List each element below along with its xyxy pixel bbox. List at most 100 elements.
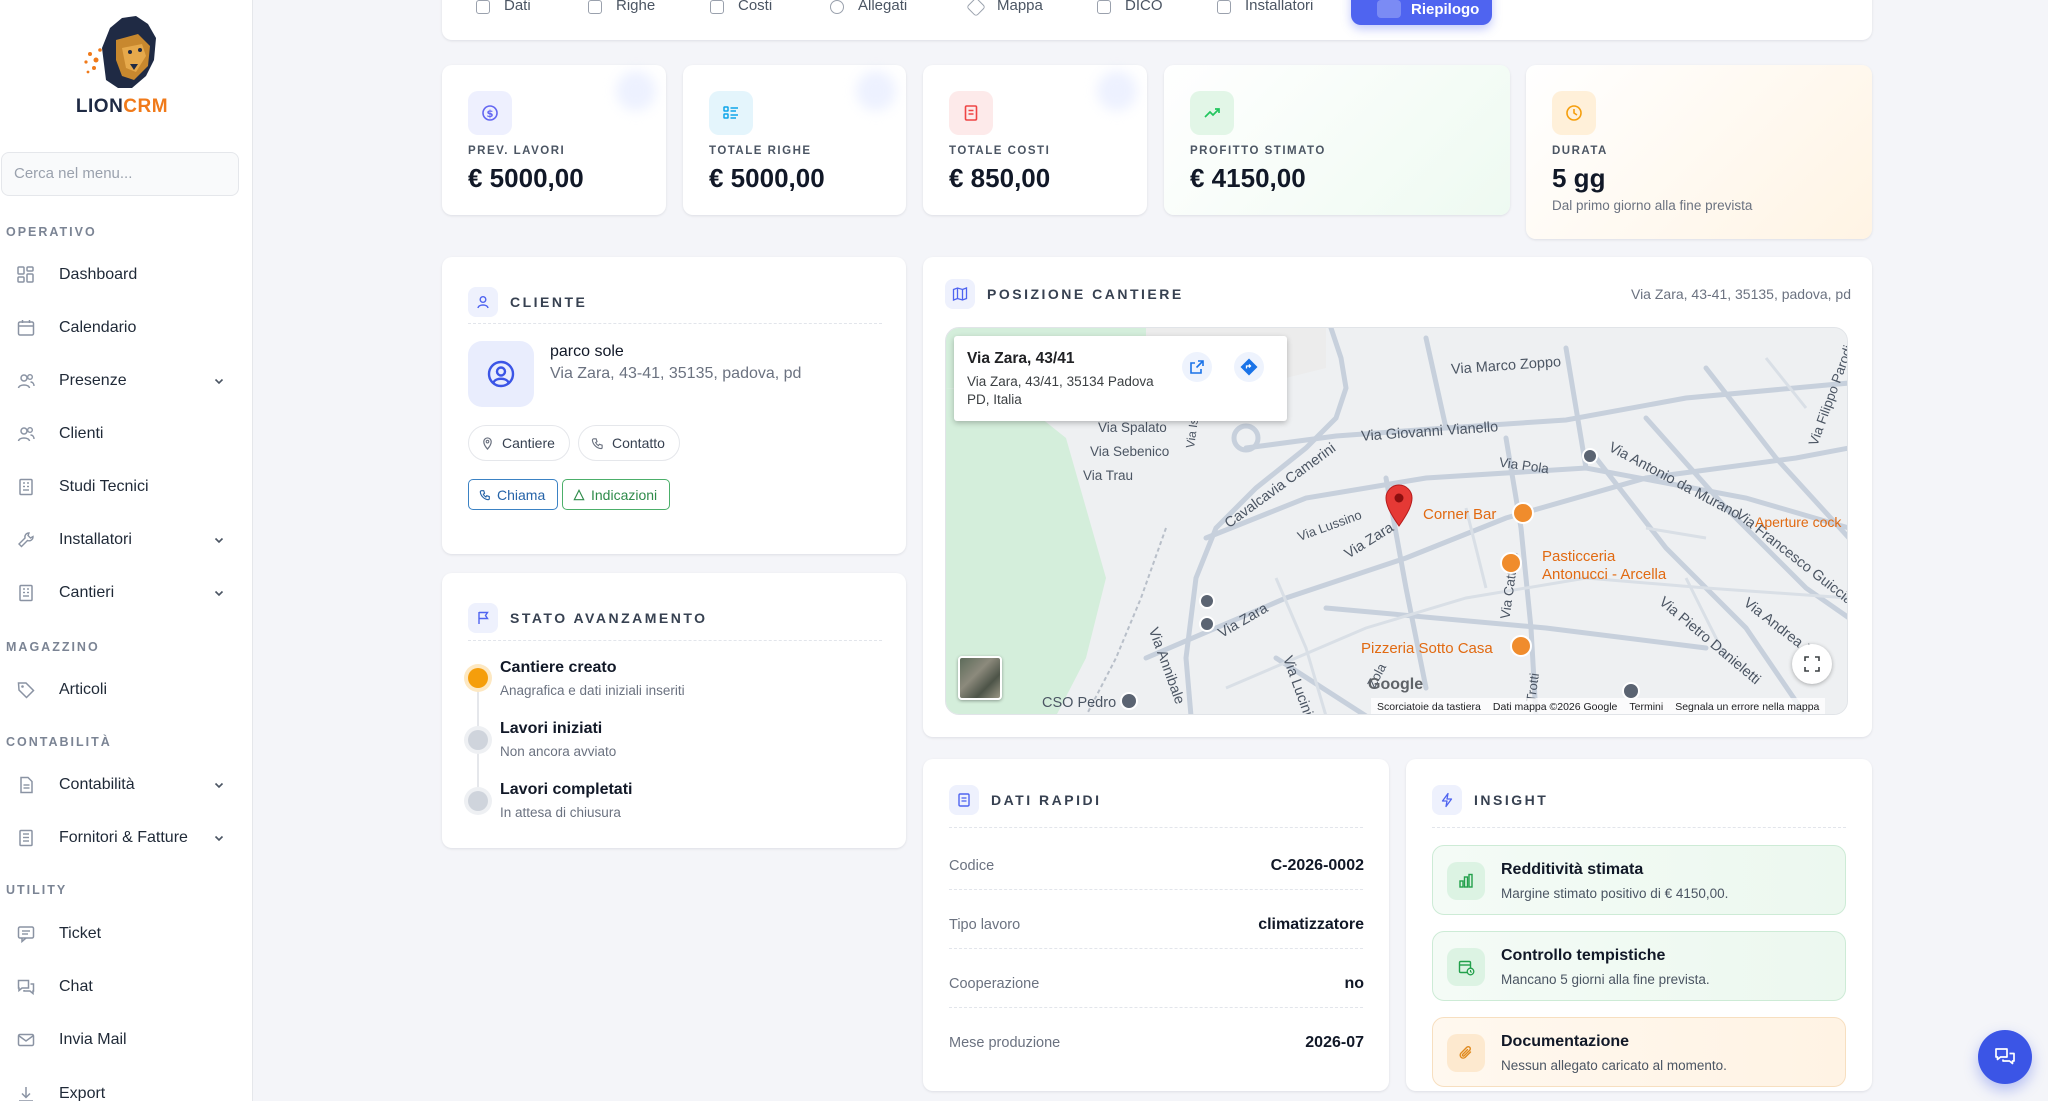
insight-item-redditivita[interactable]: Redditività stimata Margine stimato posi… <box>1432 845 1846 915</box>
sidebar-item-presenze[interactable]: Presenze <box>0 361 240 401</box>
sidebar-item-label: Presenze <box>59 372 127 389</box>
sidebar-item-installatori[interactable]: Installatori <box>0 520 240 560</box>
tab-installatori[interactable]: Installatori <box>1217 0 1313 14</box>
restaurant-icon[interactable] <box>1500 552 1522 574</box>
directions-button[interactable] <box>1234 352 1264 382</box>
file-icon <box>1097 0 1111 14</box>
tab-righe[interactable]: Righe <box>588 0 655 14</box>
tab-dati[interactable]: Dati <box>476 0 531 14</box>
bus-stop-icon[interactable] <box>1582 448 1598 464</box>
menu-search-input[interactable]: Cerca nel menu... <box>1 152 239 196</box>
clock-icon <box>1552 91 1596 135</box>
posizione-title: POSIZIONE CANTIERE <box>987 286 1184 302</box>
sidebar-item-export[interactable]: Export <box>0 1074 240 1101</box>
poi-label[interactable]: Pizzeria Sotto Casa <box>1361 640 1493 657</box>
download-icon <box>19 1087 33 1101</box>
wrench-icon <box>18 532 34 548</box>
stato-title: STATO AVANZAMENTO <box>510 610 708 626</box>
insight-item-sub: Nessun allegato caricato al momento. <box>1501 1058 1727 1073</box>
step-sub: In attesa di chiusura <box>500 805 621 820</box>
sidebar-item-ticket[interactable]: Ticket <box>0 914 240 954</box>
sidebar-item-label: Invia Mail <box>59 1031 127 1048</box>
users-icon <box>17 427 35 442</box>
field-value: 2026-07 <box>1305 1034 1364 1051</box>
tab-costi[interactable]: Costi <box>710 0 772 14</box>
sidebar-item-invia-mail[interactable]: Invia Mail <box>0 1020 240 1060</box>
tab-bar: Dati Righe Costi Allegati Mappa DICO Ins… <box>442 0 1872 40</box>
sidebar-item-label: Calendario <box>59 319 137 336</box>
satellite-toggle-button[interactable] <box>958 656 1002 700</box>
dati-rapidi-title: DATI RAPIDI <box>991 792 1102 808</box>
insight-item-sub: Mancano 5 giorni alla fine prevista. <box>1501 972 1710 987</box>
stat-label: TOTALE COSTI <box>949 145 1051 157</box>
bus-stop-icon[interactable] <box>1120 692 1138 710</box>
brand-logo[interactable]: LIONCRM <box>62 10 182 120</box>
user-circle-icon <box>487 360 515 388</box>
restaurant-icon[interactable] <box>1512 502 1534 524</box>
open-external-button[interactable] <box>1182 352 1212 382</box>
step-sub: Anagrafica e dati iniziali inseriti <box>500 683 685 698</box>
tab-mappa[interactable]: Mappa <box>966 0 1043 17</box>
sidebar-item-label: Articoli <box>59 681 108 698</box>
sidebar-item-cantieri[interactable]: Cantieri <box>0 573 240 613</box>
sidebar-item-calendario[interactable]: Calendario <box>0 308 240 348</box>
poi-label[interactable]: Pasticceria <box>1542 548 1615 565</box>
insight-item-sub: Margine stimato positivo di € 4150,00. <box>1501 886 1729 901</box>
flag-icon <box>468 603 498 633</box>
map-icon <box>966 0 986 17</box>
bus-stop-icon[interactable] <box>1199 593 1215 609</box>
popup-title: Via Zara, 43/41 <box>967 350 1075 367</box>
sidebar-item-contabilita[interactable]: Contabilità <box>0 765 240 805</box>
poi-label[interactable]: Antonucci - Arcella <box>1542 566 1666 583</box>
sidebar-item-articoli[interactable]: Articoli <box>0 670 240 710</box>
timeline-dot-pending <box>468 730 488 750</box>
contatto-pill-button[interactable]: Contatto <box>578 425 680 461</box>
tab-riepilogo[interactable]: Riepilogo <box>1351 0 1492 25</box>
keyboard-shortcuts-link[interactable]: Scorciatoie da tastiera <box>1371 701 1487 713</box>
building-icon <box>19 584 33 602</box>
indicazioni-button[interactable]: Indicazioni <box>562 479 671 510</box>
stat-card-profitto-stimato: PROFITTO STIMATO € 4150,00 <box>1164 65 1510 215</box>
chiama-button[interactable]: Chiama <box>468 479 559 510</box>
wrench-icon <box>1217 0 1231 14</box>
stat-card-totale-righe: TOTALE RIGHE € 5000,00 <box>683 65 906 215</box>
paperclip-icon <box>830 0 844 14</box>
restaurant-icon[interactable] <box>1510 635 1532 657</box>
list-icon <box>709 91 753 135</box>
poi-label[interactable]: Aperture cock <box>1755 514 1841 530</box>
fullscreen-icon <box>1804 656 1820 672</box>
tab-allegati[interactable]: Allegati <box>830 0 907 14</box>
sidebar-item-label: Studi Tecnici <box>59 478 149 495</box>
map-icon <box>945 279 975 309</box>
sidebar-item-dashboard[interactable]: Dashboard <box>0 255 240 295</box>
terms-link[interactable]: Termini <box>1623 701 1669 713</box>
button-label: Chiama <box>497 486 546 503</box>
tab-dico[interactable]: DICO <box>1097 0 1163 14</box>
sidebar-item-studi-tecnici[interactable]: Studi Tecnici <box>0 467 240 507</box>
tab-label: Dati <box>504 0 531 14</box>
fullscreen-button[interactable] <box>1792 644 1832 684</box>
insight-item-tempistiche[interactable]: Controllo tempistiche Mancano 5 giorni a… <box>1432 931 1846 1001</box>
mail-icon <box>17 1033 35 1047</box>
support-chat-button[interactable] <box>1978 1030 2032 1084</box>
insight-item-documentazione[interactable]: Documentazione Nessun allegato caricato … <box>1432 1017 1846 1087</box>
sidebar-item-clienti[interactable]: Clienti <box>0 414 240 454</box>
stat-value: € 5000,00 <box>468 163 584 193</box>
sidebar-item-fornitori-fatture[interactable]: Fornitori & Fatture <box>0 818 240 858</box>
report-error-link[interactable]: Segnala un errore nella mappa <box>1669 701 1825 713</box>
poi-label[interactable]: Corner Bar <box>1423 506 1496 523</box>
sidebar-item-chat[interactable]: Chat <box>0 967 240 1007</box>
divider <box>468 640 882 641</box>
tab-label: Mappa <box>997 0 1043 14</box>
bus-stop-icon[interactable] <box>1199 616 1215 632</box>
street-label: Via Sebenico <box>1090 444 1170 459</box>
chat-icon <box>17 979 35 996</box>
stat-subtext: Dal primo giorno alla fine prevista <box>1552 198 1753 213</box>
cantiere-pill-button[interactable]: Cantiere <box>468 425 570 461</box>
stat-label: PREV. LAVORI <box>468 145 566 157</box>
section-title-magazzino: MAGAZZINO <box>6 640 100 654</box>
map-view[interactable]: Via Marco Zoppo Via Filippo Parodi Via S… <box>945 327 1848 715</box>
insight-card: INSIGHT Redditività stimata Margine stim… <box>1406 759 1872 1091</box>
sidebar-item-label: Cantieri <box>59 584 115 601</box>
map-marker-icon[interactable] <box>1384 483 1414 527</box>
